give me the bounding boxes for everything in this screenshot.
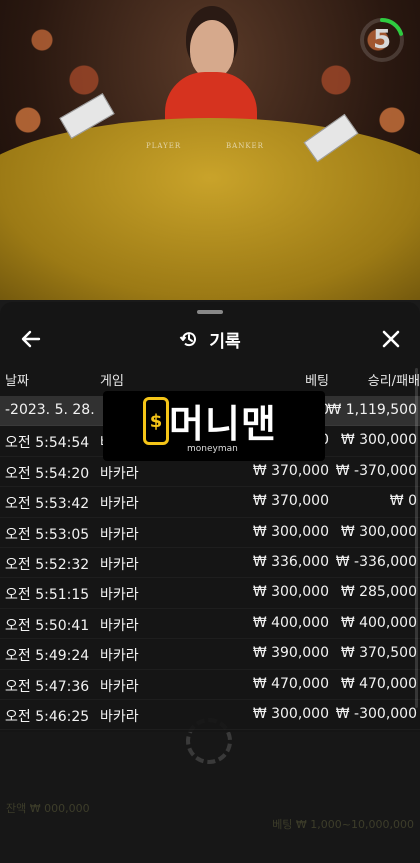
history-icon	[180, 332, 197, 347]
row-result: ₩ 470,000	[340, 675, 417, 692]
table-row[interactable]: 오전 5:53:42 바카라 ₩ 370,000 ₩ 0	[0, 487, 420, 518]
row-bet: ₩ 390,000	[252, 645, 329, 662]
row-time: 오전 5:54:20	[5, 465, 90, 482]
table-row[interactable]: 오전 5:46:25 바카라 ₩ 300,000 ₩ -300,000	[0, 700, 420, 731]
column-header-bet: 베팅	[305, 374, 329, 389]
table-row[interactable]: 오전 5:54:20 바카라 ₩ 370,000 ₩ -370,000	[0, 457, 420, 488]
row-bet: ₩ 300,000	[252, 705, 329, 722]
watermark-sub: moneyman	[187, 444, 238, 454]
row-game: 바카라	[100, 496, 139, 513]
row-game: 바카라	[100, 587, 139, 604]
sheet-grabber[interactable]	[197, 310, 223, 314]
row-time: -2023. 5. 28.	[5, 402, 95, 418]
row-bet: ₩ 336,000	[252, 553, 329, 570]
countdown-value: 5	[372, 25, 392, 55]
column-header-date: 날짜	[5, 374, 29, 389]
close-icon[interactable]	[378, 326, 404, 352]
column-header-game: 게임	[100, 374, 124, 389]
row-result: ₩ 300,000	[340, 523, 417, 540]
row-game: 바카라	[100, 465, 139, 482]
sheet-header: 기록	[0, 322, 420, 356]
row-time: 오전 5:51:15	[5, 587, 90, 604]
table-row[interactable]: 오전 5:52:32 바카라 ₩ 336,000 ₩ -336,000	[0, 548, 420, 579]
row-result: ₩ -336,000	[335, 553, 417, 570]
sheet-title: 기록	[209, 331, 241, 352]
row-game: 바카라	[100, 648, 139, 665]
row-time: 오전 5:54:54	[5, 435, 90, 452]
row-result: ₩ -300,000	[335, 705, 417, 722]
row-bet: ₩ 400,000	[252, 614, 329, 631]
row-time: 오전 5:53:05	[5, 526, 90, 543]
sheet-title-group: 기록	[0, 322, 420, 356]
row-time: 오전 5:52:32	[5, 556, 90, 573]
watermark-logo: $ 머니맨 moneyman	[103, 391, 325, 461]
row-time: 오전 5:46:25	[5, 708, 90, 725]
row-result: ₩ 400,000	[340, 614, 417, 631]
live-video: PLAYER BANKER 5	[0, 0, 420, 310]
row-result: ₩ 0	[389, 493, 417, 510]
table-row[interactable]: 오전 5:53:05 바카라 ₩ 300,000 ₩ 300,000	[0, 518, 420, 548]
row-time: 오전 5:49:24	[5, 648, 90, 665]
row-bet: ₩ 300,000	[252, 523, 329, 540]
row-bet: ₩ 370,000	[252, 493, 329, 510]
watermark-text: 머니맨	[169, 402, 277, 446]
balance-text: 잔액 ₩ 000,000	[6, 802, 90, 815]
row-game: 바카라	[100, 678, 139, 695]
column-header-result: 승리/패배	[367, 374, 420, 389]
row-result: ₩ 300,000	[340, 432, 417, 449]
row-result: ₩ 370,500	[340, 645, 417, 662]
row-game: 바카라	[100, 556, 139, 573]
table-row[interactable]: 오전 5:50:41 바카라 ₩ 400,000 ₩ 400,000	[0, 609, 420, 640]
row-bet: ₩ 470,000	[252, 675, 329, 692]
table-header: 날짜 게임 베팅 승리/패배	[0, 370, 420, 390]
row-result: ₩ 285,000	[340, 584, 417, 601]
baccarat-table	[0, 118, 420, 310]
table-row[interactable]: 오전 5:47:36 바카라 ₩ 470,000 ₩ 470,000	[0, 670, 420, 700]
history-sheet: 기록 날짜 게임 베팅 승리/패배 -2023. 5. 28. ₩ 300,000…	[0, 302, 420, 732]
row-bet: ₩ 370,000	[252, 462, 329, 479]
table-label-player: PLAYER	[146, 142, 182, 150]
table-label-banker: BANKER	[226, 142, 264, 150]
row-result: ₩ -370,000	[335, 462, 417, 479]
row-time: 오전 5:50:41	[5, 617, 90, 634]
table-row[interactable]: 오전 5:49:24 바카라 ₩ 390,000 ₩ 370,500	[0, 639, 420, 670]
dealer-head	[190, 20, 234, 78]
dollar-icon: $	[143, 397, 169, 445]
table-row[interactable]: 오전 5:51:15 바카라 ₩ 300,000 ₩ 285,000	[0, 578, 420, 609]
scrollbar[interactable]	[415, 368, 418, 708]
row-time: 오전 5:53:42	[5, 496, 90, 513]
row-time: 오전 5:47:36	[5, 678, 90, 695]
row-bet: ₩ 300,000	[252, 584, 329, 601]
row-game: 바카라	[100, 708, 139, 725]
bet-limit-text: 베팅 ₩ 1,000~10,000,000	[272, 818, 414, 831]
row-result: ₩ 1,119,500	[327, 402, 417, 418]
row-game: 바카라	[100, 526, 139, 543]
row-game: 바카라	[100, 617, 139, 634]
